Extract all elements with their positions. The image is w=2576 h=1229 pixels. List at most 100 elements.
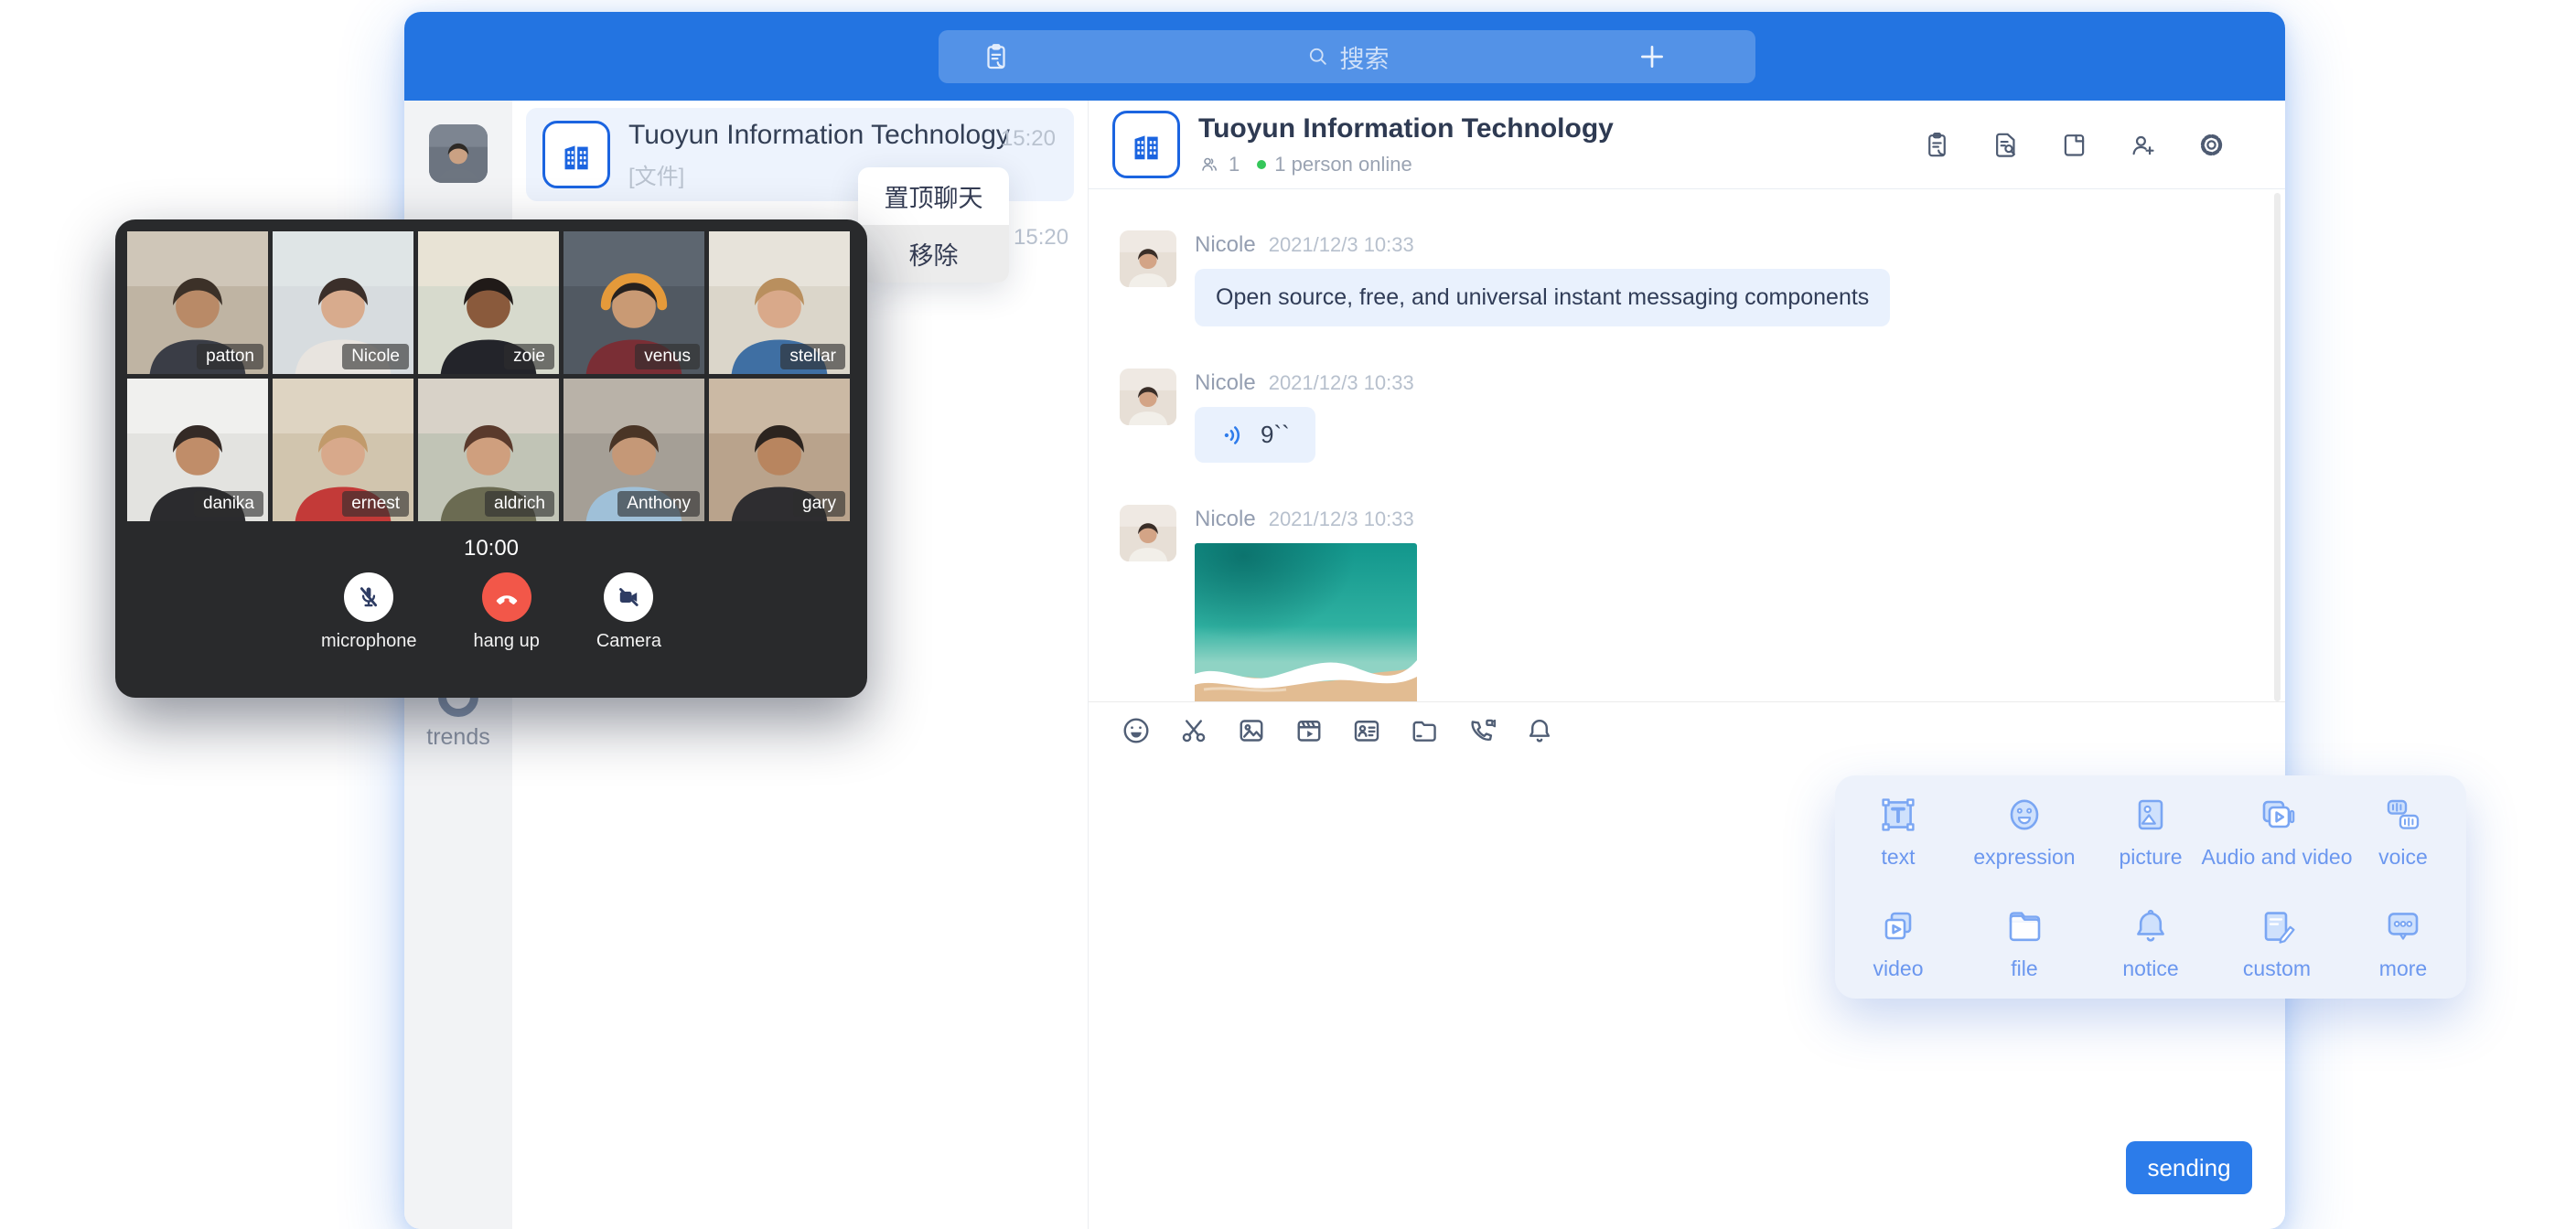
panel-item-notice[interactable]: notice: [2088, 887, 2214, 999]
panel-item-picture[interactable]: picture: [2088, 775, 2214, 887]
panel-item-text[interactable]: text: [1835, 775, 1961, 887]
p-voice-icon: [2381, 793, 2425, 837]
mic-off-icon: [344, 572, 393, 622]
picture-icon[interactable]: [1235, 714, 1268, 747]
emoji-icon[interactable]: [1120, 714, 1153, 747]
panel-item-custom[interactable]: custom: [2214, 887, 2340, 999]
add-button[interactable]: [1637, 41, 1668, 72]
participant-grid: patton Nicole zoie venus stellar danika ernest…: [115, 219, 867, 521]
call-controls: microphone hang up Camera: [115, 572, 867, 652]
topbar-pill: 搜索: [939, 30, 1755, 83]
voice-message-bubble[interactable]: 9``: [1195, 407, 1315, 463]
participant-tile: gary: [709, 379, 850, 521]
panel-item-audio-and-video[interactable]: Audio and video: [2214, 775, 2340, 887]
app-topbar: 搜索: [404, 12, 2285, 101]
scissors-icon[interactable]: [1177, 714, 1210, 747]
chat-title: Tuoyun Information Technology: [1198, 113, 1614, 144]
p-av-icon: [2255, 793, 2299, 837]
voice-wave-icon: [1220, 422, 1248, 449]
participant-name: zoie: [504, 344, 554, 369]
menu-item-remove[interactable]: 移除: [858, 225, 1009, 283]
chat-header-actions: [1922, 101, 2227, 188]
chat-main: Tuoyun Information Technology 1 1 person…: [1089, 101, 2285, 1229]
call-records-icon[interactable]: [1922, 130, 1952, 160]
panel-item-label: notice: [2122, 956, 2178, 981]
participant-name: danika: [194, 491, 263, 517]
online-status: 1 person online: [1274, 153, 1411, 176]
participant-name: venus: [635, 344, 700, 369]
hang-up-icon: [482, 572, 531, 622]
participant-tile: venus: [564, 231, 704, 374]
message-text: Nicole 2021/12/3 10:33 Open source, free…: [1120, 230, 2285, 326]
organization-avatar: [542, 121, 610, 188]
participant-tile: patton: [127, 231, 268, 374]
call-list-icon[interactable]: [981, 41, 1012, 72]
participant-name: Anthony: [617, 491, 700, 517]
p-text-icon: [1876, 793, 1920, 837]
member-count: 1: [1229, 153, 1240, 176]
conversation-item-2-time: 15:20: [1014, 225, 1068, 251]
participant-name: gary: [793, 491, 845, 517]
sender-avatar[interactable]: [1120, 505, 1176, 561]
p-more-icon: [2381, 904, 2425, 948]
participant-tile: danika: [127, 379, 268, 521]
panel-item-file[interactable]: file: [1961, 887, 2088, 999]
current-user-avatar[interactable]: [429, 124, 488, 183]
p-custom-icon: [2255, 904, 2299, 948]
phone-cam-icon[interactable]: [1465, 714, 1498, 747]
id-card-icon[interactable]: [1350, 714, 1383, 747]
sender-avatar[interactable]: [1120, 369, 1176, 425]
panel-item-label: file: [2011, 956, 2037, 981]
panel-item-more[interactable]: more: [2340, 887, 2466, 999]
participant-tile: ernest: [273, 379, 413, 521]
call-timer: 10:00: [115, 536, 867, 561]
chat-scrollbar[interactable]: [2274, 193, 2281, 701]
p-folder-icon: [2002, 904, 2046, 948]
bell-icon[interactable]: [1523, 714, 1556, 747]
message-timestamp: 2021/12/3 10:33: [1269, 233, 1414, 257]
participant-tile: Nicole: [273, 231, 413, 374]
panel-item-voice[interactable]: voice: [2340, 775, 2466, 887]
sender-avatar[interactable]: [1120, 230, 1176, 287]
participant-tile: Anthony: [564, 379, 704, 521]
trends-label: trends: [426, 724, 489, 750]
chat-status: 1 1 person online: [1198, 153, 1614, 176]
search-input[interactable]: 搜索: [1305, 30, 1390, 83]
microphone-button[interactable]: microphone: [321, 572, 417, 652]
panel-item-label: text: [1881, 845, 1915, 870]
building-icon: [1125, 123, 1167, 166]
chat-header: Tuoyun Information Technology 1 1 person…: [1089, 101, 2285, 189]
send-button[interactable]: sending: [2126, 1141, 2252, 1194]
group-call-overlay: patton Nicole zoie venus stellar danika ernest…: [115, 219, 867, 698]
message-sender: Nicole: [1195, 232, 1256, 258]
control-label: Camera: [596, 631, 661, 652]
message-voice: Nicole 2021/12/3 10:33 9``: [1120, 369, 2285, 463]
voice-duration: 9``: [1261, 421, 1290, 449]
menu-item-pin-chat[interactable]: 置顶聊天: [858, 167, 1009, 225]
control-label: microphone: [321, 631, 417, 652]
participant-name: stellar: [780, 344, 845, 369]
participant-name: patton: [197, 344, 263, 369]
person-add-icon[interactable]: [2128, 130, 2158, 160]
panel-item-label: Audio and video: [2202, 845, 2353, 870]
message-sender: Nicole: [1195, 370, 1256, 396]
message-sender: Nicole: [1195, 507, 1256, 532]
clapper-icon[interactable]: [1293, 714, 1326, 747]
participant-tile: stellar: [709, 231, 850, 374]
chat-header-texts: Tuoyun Information Technology 1 1 person…: [1198, 113, 1614, 176]
message-list: Nicole 2021/12/3 10:33 Open source, free…: [1089, 189, 2285, 701]
cam-off-icon: [604, 572, 653, 622]
panel-item-video[interactable]: video: [1835, 887, 1961, 999]
hang-up-button[interactable]: hang up: [474, 572, 540, 652]
image-message-beach-photo[interactable]: [1195, 543, 1417, 701]
participant-name: ernest: [342, 491, 409, 517]
message-toolbar: [1089, 701, 2285, 758]
camera-button[interactable]: Camera: [596, 572, 661, 652]
doc-search-icon[interactable]: [1991, 130, 2021, 160]
file-page-icon[interactable]: [2059, 130, 2089, 160]
chat-organization-avatar: [1112, 111, 1180, 178]
panel-item-label: picture: [2119, 845, 2182, 870]
panel-item-expression[interactable]: expression: [1961, 775, 2088, 887]
folder-icon[interactable]: [1408, 714, 1441, 747]
gear-icon[interactable]: [2196, 130, 2227, 160]
